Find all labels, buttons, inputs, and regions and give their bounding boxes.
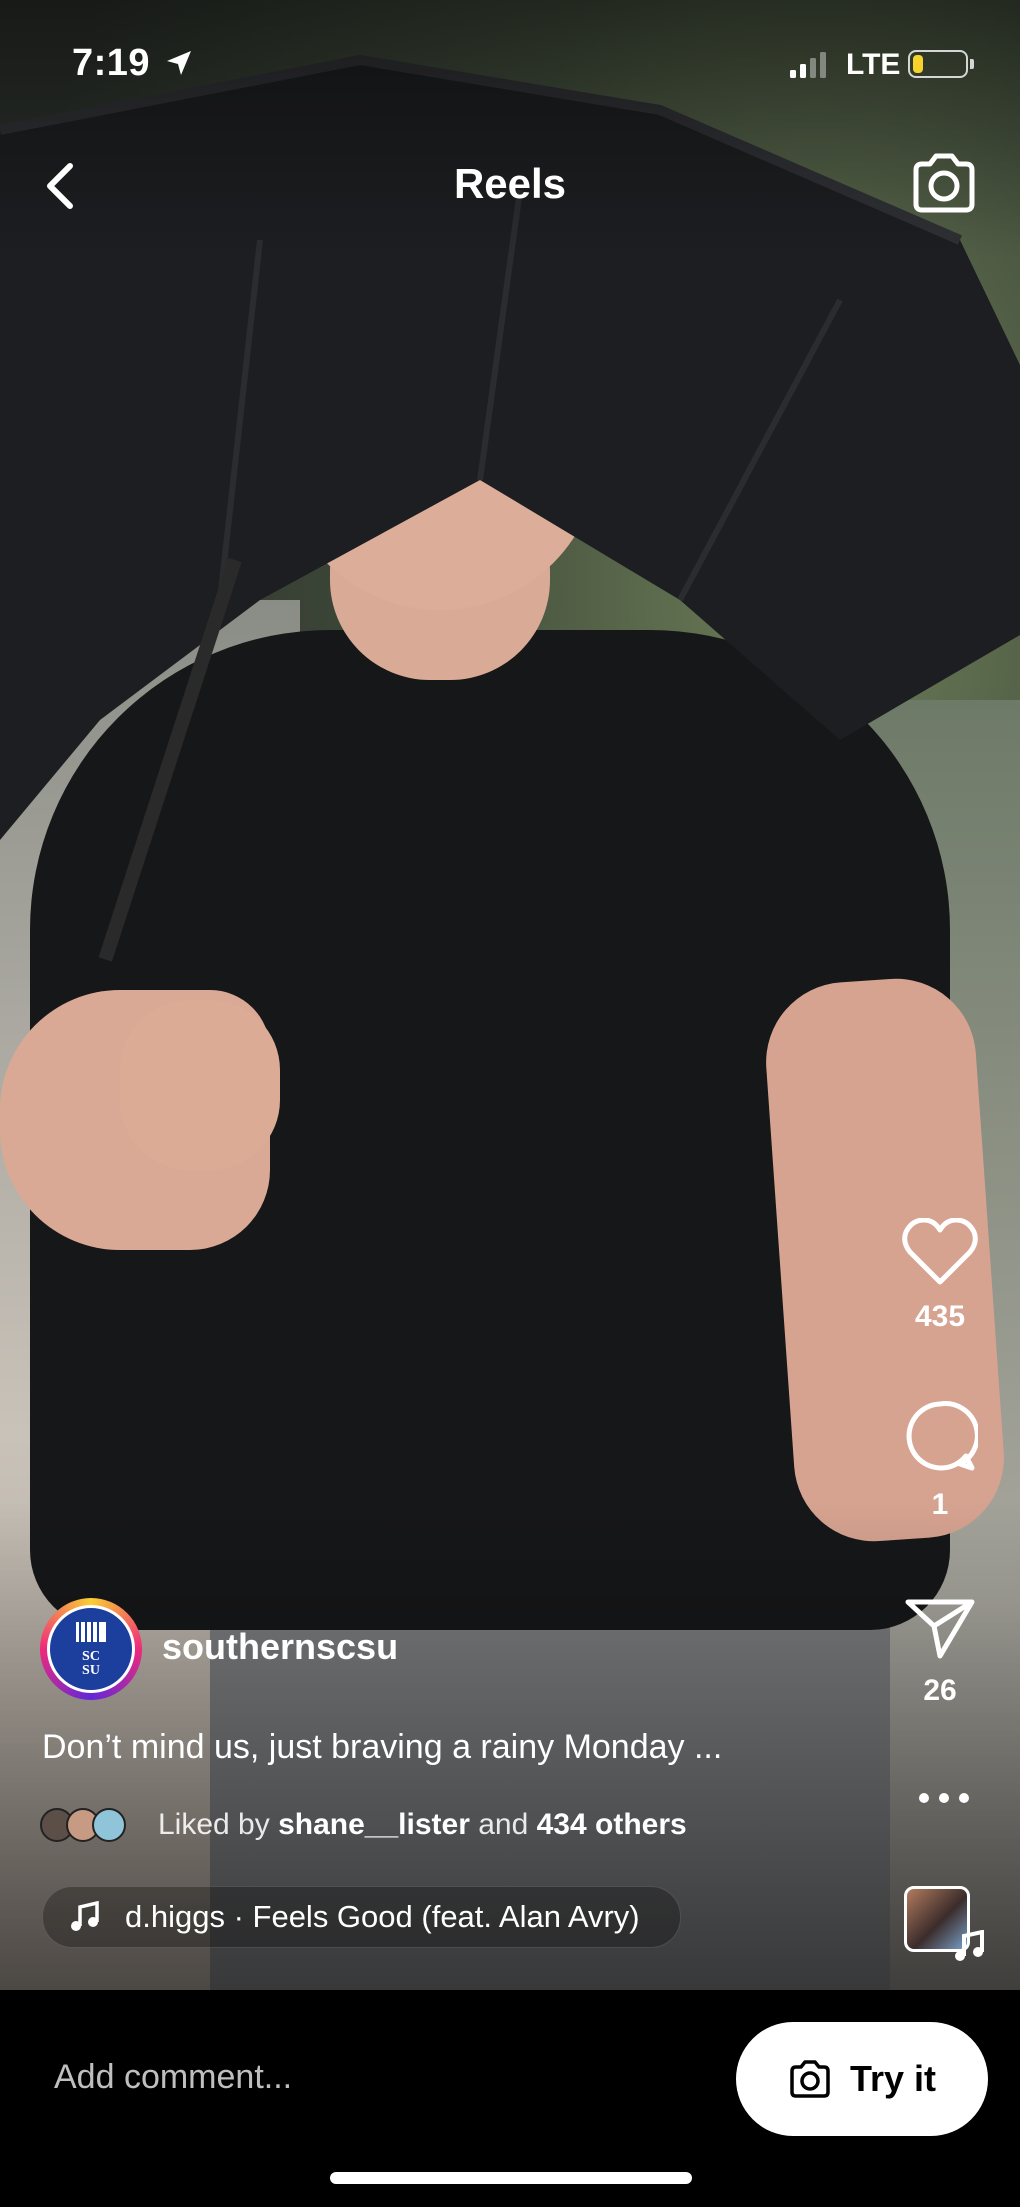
audio-title: d.higgs · Feels Good (feat. Alan Avry) xyxy=(125,1899,640,1934)
try-it-button[interactable]: Try it xyxy=(736,2022,988,2136)
liker-avatars xyxy=(40,1808,150,1844)
scsu-logo: SC SU xyxy=(76,1622,106,1678)
battery-tip xyxy=(970,59,974,69)
person-hand xyxy=(120,1000,280,1170)
liked-user[interactable]: shane__lister xyxy=(278,1808,470,1841)
comment-icon[interactable] xyxy=(902,1398,978,1474)
liked-by-text[interactable]: Liked by shane__lister and 434 others xyxy=(158,1808,687,1842)
audio-pill[interactable]: d.higgs · Feels Good (feat. Alan Avry) xyxy=(42,1886,681,1948)
share-icon[interactable] xyxy=(904,1596,976,1660)
post-username[interactable]: southernscsu xyxy=(162,1626,398,1668)
more-icon[interactable] xyxy=(914,1788,974,1808)
heart-icon[interactable] xyxy=(902,1218,978,1286)
avatar[interactable]: SC SU xyxy=(47,1605,135,1693)
status-bar: 7:19 LTE xyxy=(0,0,1020,130)
liked-prefix: Liked by xyxy=(158,1808,270,1841)
like-count: 435 xyxy=(914,1300,966,1333)
page-title: Reels xyxy=(453,160,567,207)
share-count: 26 xyxy=(923,1674,957,1707)
try-it-label: Try it xyxy=(849,2058,937,2099)
home-indicator[interactable] xyxy=(330,2172,692,2184)
battery-level xyxy=(913,55,923,73)
status-time: 7:19 xyxy=(72,42,151,84)
music-note-icon xyxy=(955,1930,984,1961)
svg-text:SC: SC xyxy=(82,1649,100,1664)
signal-icon xyxy=(790,52,826,78)
like-action[interactable]: 435 xyxy=(890,1218,990,1334)
comment-action[interactable]: 1 xyxy=(890,1398,990,1522)
liked-others[interactable]: 434 others xyxy=(537,1808,687,1841)
camera-icon[interactable] xyxy=(910,152,978,214)
location-arrow-icon xyxy=(167,51,191,75)
camera-icon xyxy=(790,2060,830,2098)
battery-icon xyxy=(908,50,968,78)
svg-text:SU: SU xyxy=(82,1663,100,1678)
comment-input[interactable]: Add comment... xyxy=(54,2058,292,2097)
liker-avatar xyxy=(92,1808,126,1842)
music-note-icon xyxy=(71,1901,99,1931)
liked-and: and xyxy=(478,1808,529,1841)
post-caption[interactable]: Don’t mind us, just braving a rainy Mond… xyxy=(42,1728,842,1767)
share-action[interactable]: 26 xyxy=(890,1596,990,1708)
comment-count: 1 xyxy=(931,1488,949,1521)
network-type: LTE xyxy=(846,48,901,81)
reel-video[interactable] xyxy=(0,0,1020,1990)
